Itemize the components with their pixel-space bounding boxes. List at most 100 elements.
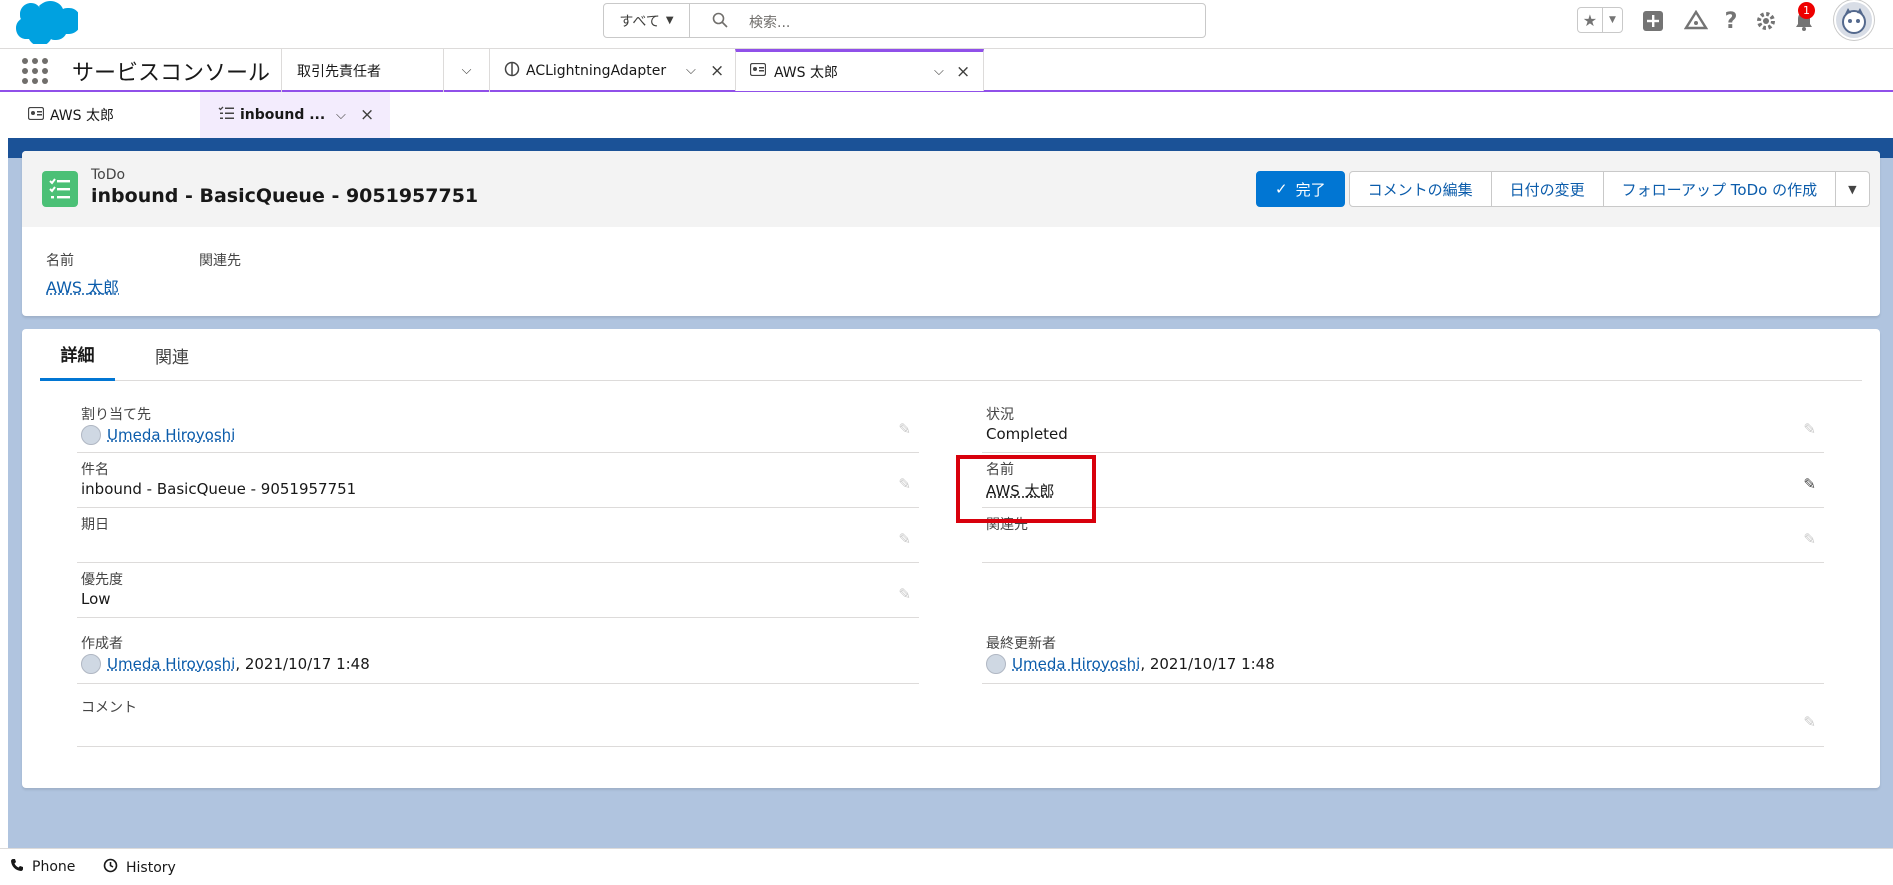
change-date-button[interactable]: 日付の変更 <box>1491 171 1604 207</box>
field-assignee: 割り当て先 Umeda Hiroyoshi ✎ <box>77 398 919 453</box>
field-label: 優先度 <box>81 572 123 588</box>
notification-badge: 1 <box>1798 2 1815 19</box>
search-icon <box>712 12 728 32</box>
history-label: History <box>126 859 176 876</box>
edit-comment-button[interactable]: コメントの編集 <box>1348 171 1492 207</box>
tab-aclightningadapter[interactable]: ACLightningAdapter ⌵ × <box>489 49 735 92</box>
detail-tab-bar: 詳細 関連 <box>40 329 1862 381</box>
modified-date: , 2021/10/17 1:48 <box>1140 655 1275 673</box>
more-actions-button[interactable]: ▼ <box>1836 171 1870 207</box>
phone-label: Phone <box>32 859 76 875</box>
highlight-name-label: 名前 <box>46 253 74 269</box>
adapter-icon <box>504 61 520 81</box>
field-status: 状況 Completed ✎ <box>982 398 1824 453</box>
subtab-aws-taro[interactable]: AWS 太郎 <box>10 92 200 138</box>
tab-details[interactable]: 詳細 <box>40 329 115 381</box>
field-label: 作成者 <box>81 636 123 652</box>
status-value: Completed <box>986 425 1068 443</box>
field-label: 期日 <box>81 517 109 533</box>
clock-icon <box>103 858 118 877</box>
help-icon[interactable]: ? <box>1719 9 1743 34</box>
highlight-related-label: 関連先 <box>199 253 241 269</box>
user-avatar-icon <box>986 654 1006 674</box>
chevron-down-icon: ⌵ <box>461 63 472 78</box>
close-icon[interactable]: × <box>956 62 970 82</box>
tab-label: AWS 太郎 <box>774 64 838 81</box>
app-launcher-icon[interactable] <box>22 58 48 84</box>
trailhead-icon[interactable] <box>1684 9 1708 33</box>
tab-label: ACLightningAdapter <box>526 62 667 79</box>
salesforce-logo-icon[interactable] <box>12 0 81 46</box>
contact-card-icon <box>749 62 767 80</box>
tab-overflow-dropdown[interactable]: ⌵ <box>443 49 489 92</box>
field-label: 最終更新者 <box>986 636 1056 652</box>
subtab-bar: AWS 太郎 inbound ... ⌵ × <box>0 92 1893 138</box>
caret-down-icon: ▼ <box>1848 182 1857 196</box>
close-icon[interactable]: × <box>710 61 724 81</box>
complete-button-label: 完了 <box>1295 180 1326 199</box>
record-header: ToDo inbound - BasicQueue - 9051957751 ✓… <box>22 151 1880 227</box>
pencil-icon[interactable]: ✎ <box>1803 530 1816 548</box>
field-name: 名前 AWS 太郎 ✎ <box>982 453 1824 508</box>
add-icon[interactable] <box>1641 9 1665 33</box>
utility-phone[interactable]: Phone <box>10 858 75 876</box>
global-header: すべて ▼ 検索... ★ ▼ ? 1 <box>0 0 1893 49</box>
action-buttons: ✓ 完了 コメントの編集 日付の変更 フォローアップ ToDo の作成 ▼ <box>1252 171 1870 207</box>
complete-button[interactable]: ✓ 完了 <box>1256 171 1345 207</box>
chevron-down-icon[interactable]: ⌵ <box>336 108 346 123</box>
tab-aws-taro[interactable]: AWS 太郎 ⌵ × <box>735 49 984 91</box>
utility-history[interactable]: History <box>103 858 176 877</box>
highlight-name-link[interactable]: AWS 太郎 <box>46 274 119 298</box>
search-input[interactable]: 検索... <box>749 12 790 32</box>
user-avatar[interactable] <box>1834 0 1874 40</box>
global-search[interactable]: すべて ▼ 検索... <box>603 3 1206 38</box>
app-name: サービスコンソール <box>72 61 271 86</box>
gear-icon[interactable] <box>1754 9 1778 33</box>
field-related-to: 関連先 ✎ <box>982 508 1824 563</box>
app-navigation: サービスコンソール 取引先責任者 ⌵ ACLightningAdapter ⌵ … <box>0 49 1893 92</box>
pencil-icon[interactable]: ✎ <box>1803 475 1816 493</box>
record-title: inbound - BasicQueue - 9051957751 <box>91 185 479 207</box>
chevron-down-icon[interactable]: ⌵ <box>934 64 944 79</box>
field-created-by: 作成者 Umeda Hiroyoshi , 2021/10/17 1:48 <box>77 627 919 684</box>
favorites-button[interactable]: ★ ▼ <box>1577 7 1623 33</box>
pencil-icon[interactable]: ✎ <box>1803 713 1816 731</box>
create-followup-button[interactable]: フォローアップ ToDo の作成 <box>1603 171 1837 207</box>
contact-card-icon <box>27 106 45 124</box>
task-icon <box>42 171 78 207</box>
tab-contact-list[interactable]: 取引先責任者 <box>281 49 443 92</box>
subtab-todo[interactable]: inbound ... ⌵ × <box>200 92 390 138</box>
utility-bar: Phone History <box>0 848 1893 885</box>
tab-label: 取引先責任者 <box>297 63 381 80</box>
search-scope-select[interactable]: すべて ▼ <box>604 4 690 37</box>
field-comment: コメント ✎ <box>77 691 1824 747</box>
star-icon: ★ <box>1578 8 1603 32</box>
record-highlights: ToDo inbound - BasicQueue - 9051957751 ✓… <box>22 151 1880 316</box>
pencil-icon[interactable]: ✎ <box>898 530 911 548</box>
field-label: コメント <box>81 700 137 716</box>
field-priority: 優先度 Low ✎ <box>77 563 919 618</box>
created-by-link[interactable]: Umeda Hiroyoshi <box>107 655 235 673</box>
assignee-link[interactable]: Umeda Hiroyoshi <box>107 426 235 444</box>
subject-value: inbound - BasicQueue - 9051957751 <box>81 480 357 498</box>
pencil-icon[interactable]: ✎ <box>898 475 911 493</box>
priority-value: Low <box>81 590 111 608</box>
caret-down-icon: ▼ <box>1608 15 1616 25</box>
field-modified-by: 最終更新者 Umeda Hiroyoshi , 2021/10/17 1:48 <box>982 627 1824 684</box>
check-icon: ✓ <box>1275 180 1288 198</box>
tab-related[interactable]: 関連 <box>155 329 189 381</box>
object-type-label: ToDo <box>91 167 126 183</box>
chevron-down-icon[interactable]: ⌵ <box>686 63 696 78</box>
caret-down-icon: ▼ <box>665 15 674 26</box>
field-label: 状況 <box>986 407 1014 423</box>
left-utility-strip <box>0 138 8 848</box>
close-icon[interactable]: × <box>360 105 374 125</box>
modified-by-link[interactable]: Umeda Hiroyoshi <box>1012 655 1140 673</box>
subtab-label: AWS 太郎 <box>50 108 114 124</box>
pencil-icon[interactable]: ✎ <box>898 585 911 603</box>
field-label: 割り当て先 <box>81 407 151 423</box>
pencil-icon[interactable]: ✎ <box>1803 420 1816 438</box>
subtab-label: inbound ... <box>240 107 326 123</box>
pencil-icon[interactable]: ✎ <box>898 420 911 438</box>
highlight-annotation-box <box>956 455 1096 523</box>
